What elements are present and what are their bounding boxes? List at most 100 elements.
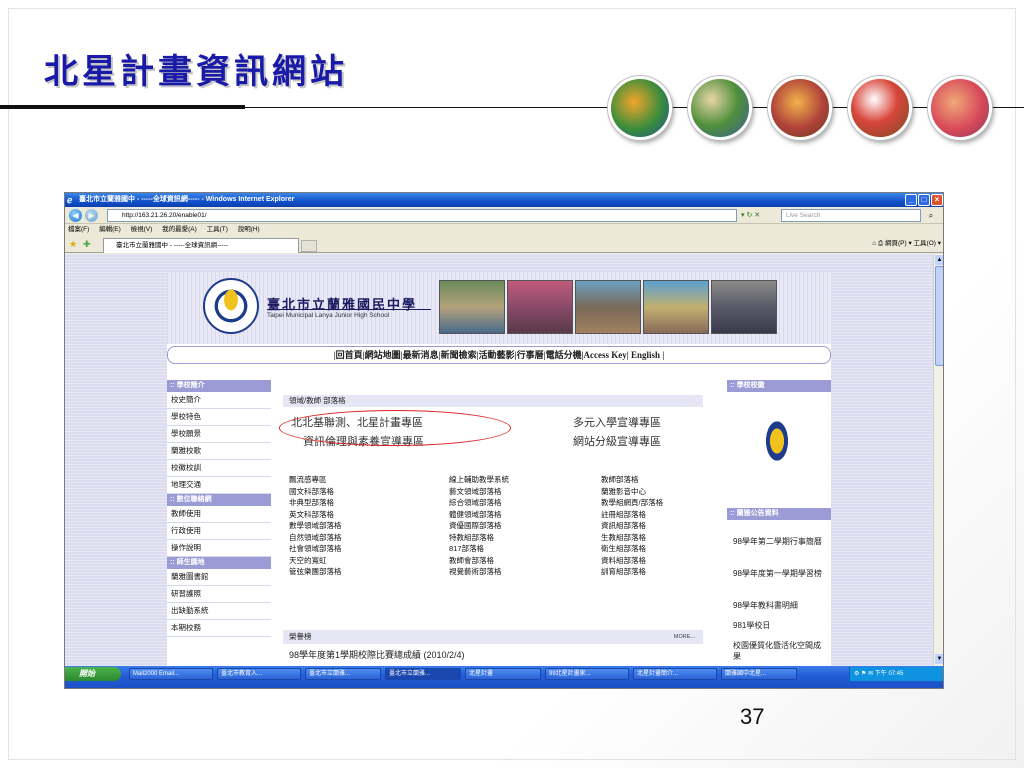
taskbar-item[interactable]: 北星計畫: [465, 668, 541, 680]
title-rule-thick: [0, 105, 245, 109]
blog-link[interactable]: 非典型部落格: [289, 497, 439, 509]
blog-link[interactable]: 飄流感專區: [289, 474, 439, 486]
news-item[interactable]: 98學年度第一學期學習榜: [733, 568, 827, 579]
favorites-star-icon[interactable]: ★: [69, 238, 77, 250]
section-heading-digital: :: 數位聯絡網: [167, 494, 271, 506]
banner-photo-4: [643, 280, 709, 334]
blog-link[interactable]: 特教組部落格: [449, 532, 599, 544]
window-controls: _ □ ×: [904, 194, 943, 206]
blog-link[interactable]: 自然領域部落格: [289, 532, 439, 544]
blog-link[interactable]: 資優國際部落格: [449, 520, 599, 532]
slide-title: 北星計畫資訊網站: [44, 52, 348, 92]
refresh-stop-icons[interactable]: ▾ ↻ ✕: [741, 209, 773, 222]
taskbar-item[interactable]: 蘭雅國中北星...: [721, 668, 797, 680]
tab-lanya[interactable]: 臺北市立蘭雅國中 - -----全球資訊網-----: [103, 238, 299, 253]
menu-item-teachers[interactable]: 教師使用: [167, 506, 271, 523]
taskbar-item-active[interactable]: 臺北市立蘭雅...: [385, 668, 461, 680]
maximize-icon[interactable]: □: [918, 194, 930, 206]
search-icon[interactable]: ⌕: [923, 209, 939, 222]
menu-item-school-affairs[interactable]: 本期校務: [167, 620, 271, 637]
blog-column-1: 飄流感專區 國文科部落格 非典型部落格 英文科部落格 數學領域部落格 自然領域部…: [289, 474, 439, 578]
honor-roll-heading: 榮譽榜 MORE...: [283, 630, 703, 644]
minimize-icon[interactable]: _: [905, 194, 917, 206]
site-navigation[interactable]: |回首頁|網站地圖|最新消息|新聞檢索|活動藝影|行事曆|電話分機|Access…: [167, 346, 831, 364]
tab-bar: ★ ✚ 臺北市立蘭雅國中 - -----全球資訊網----- ⌂ ⎙ 網頁(P)…: [65, 236, 943, 253]
center-content: 領域/教師 部落格 北北基聯測、北星計畫專區 多元入學宣導專區 資訊倫理與素養宣…: [273, 380, 725, 666]
home-icon[interactable]: ⌂: [872, 240, 876, 247]
menu-item-admin[interactable]: 行政使用: [167, 523, 271, 540]
address-input[interactable]: http://163.21.26.20/enable01/: [107, 209, 737, 222]
news-item[interactable]: 98學年第二學期行事簡曆: [733, 536, 827, 547]
windows-taskbar: 開始 Mail2000 Email... 臺北市教育入... 臺北市立蘭雅...…: [65, 666, 943, 688]
scroll-down-icon[interactable]: ▼: [935, 654, 943, 664]
forward-arrow-icon[interactable]: ▶: [85, 209, 98, 222]
blog-link[interactable]: 線上輔助教學系統: [449, 474, 599, 486]
menu-item-guide[interactable]: 操作說明: [167, 540, 271, 557]
start-button[interactable]: 開始: [65, 667, 121, 681]
blog-link[interactable]: 社會領域部落格: [289, 543, 439, 555]
system-tray: ⚙ ⚑ ✉ 下午 07:45: [849, 667, 943, 681]
news-item[interactable]: 981學校日: [733, 620, 827, 631]
honor-roll-item[interactable]: 98學年度第1學期校際比賽總成績 (2010/2/4): [289, 648, 465, 661]
menu-item-song[interactable]: 蘭雅校歌: [167, 443, 271, 460]
more-link[interactable]: MORE...: [674, 630, 695, 644]
menu-tools[interactable]: 工具(T): [207, 226, 228, 233]
blog-link[interactable]: 藝文領域部落格: [449, 486, 599, 498]
menu-view[interactable]: 檢視(V): [131, 226, 153, 233]
command-bar-tools[interactable]: 網頁(P) ▾ 工具(O) ▾: [885, 240, 941, 247]
blog-link[interactable]: 視覺藝術部落格: [449, 566, 599, 578]
blog-link[interactable]: 國文科部落格: [289, 486, 439, 498]
print-icon[interactable]: ⎙: [878, 240, 885, 247]
feature-link-rating[interactable]: 網站分級宣導專區: [573, 433, 661, 449]
menu-item-history[interactable]: 校史簡介: [167, 392, 271, 409]
menu-item-passport[interactable]: 研習護照: [167, 586, 271, 603]
live-search-input[interactable]: Live Search: [781, 209, 921, 222]
taskbar-item[interactable]: 99北星計畫家...: [545, 668, 629, 680]
menu-file[interactable]: 檔案(F): [68, 226, 89, 233]
blog-column-2: 線上輔助教學系統 藝文領域部落格 綜合領域部落格 體健領域部落格 資優國際部落格…: [449, 474, 599, 578]
menu-item-attendance[interactable]: 出缺勤系統: [167, 603, 271, 620]
taskbar-item[interactable]: 臺北市教育入...: [217, 668, 301, 680]
clock: 下午 07:45: [874, 671, 904, 677]
blog-link[interactable]: 綜合領域部落格: [449, 497, 599, 509]
section-heading-intro: :: 學校簡介: [167, 380, 271, 392]
taskbar-item[interactable]: Mail2000 Email...: [129, 668, 213, 680]
close-icon[interactable]: ×: [931, 194, 943, 206]
menu-item-vision[interactable]: 學校願景: [167, 426, 271, 443]
scroll-up-icon[interactable]: ▲: [935, 255, 943, 265]
taskbar-item[interactable]: 北星計畫簡介...: [633, 668, 717, 680]
news-item[interactable]: 校園優質化暨活化空間成果: [733, 640, 827, 662]
banner-photo-1: [439, 280, 505, 334]
back-arrow-icon[interactable]: ◀: [69, 209, 82, 222]
tray-icons[interactable]: ⚙ ⚑ ✉: [854, 671, 875, 677]
menu-item-emblem[interactable]: 校徽校訓: [167, 460, 271, 477]
menu-help[interactable]: 說明(H): [238, 226, 260, 233]
blog-link[interactable]: 教師會部落格: [449, 555, 599, 567]
new-tab-button[interactable]: [301, 240, 317, 252]
decorative-photo-circles: [608, 76, 994, 144]
menu-item-features[interactable]: 學校特色: [167, 409, 271, 426]
blog-link[interactable]: 管弦樂團部落格: [289, 566, 439, 578]
command-bar[interactable]: ⌂ ⎙ 網頁(P) ▾ 工具(O) ▾: [872, 238, 941, 250]
blog-link[interactable]: 體健領域部落格: [449, 509, 599, 521]
address-bar-row: ◀ ▶ http://163.21.26.20/enable01/ ▾ ↻ ✕ …: [65, 207, 943, 224]
school-site: 臺北市立蘭雅國民中學 Taipei Municipal Lanya Junior…: [167, 272, 831, 666]
menu-favorites[interactable]: 我的最愛(A): [162, 226, 197, 233]
section-heading-garden: :: 師生園地: [167, 557, 271, 569]
menu-item-transport[interactable]: 地理交通: [167, 477, 271, 494]
blog-link[interactable]: 817部落格: [449, 543, 599, 555]
scroll-thumb[interactable]: [935, 266, 943, 366]
menu-item-library[interactable]: 蘭雅圖書館: [167, 569, 271, 586]
right-column: :: 學校校徽 :: 蘭雅公告資料 98學年第二學期行事簡曆 98學年度第一學期…: [727, 380, 831, 666]
news-item[interactable]: 98學年教科書明細: [733, 600, 827, 611]
blog-link[interactable]: 數學領域部落格: [289, 520, 439, 532]
feature-link-admission[interactable]: 多元入學宣導專區: [573, 414, 661, 430]
blog-link[interactable]: 英文科部落格: [289, 509, 439, 521]
add-favorites-icon[interactable]: ✚: [83, 238, 91, 250]
banner-photo-2: [507, 280, 573, 334]
vertical-scrollbar[interactable]: ▲ ▼: [933, 254, 943, 666]
menu-edit[interactable]: 編輯(E): [99, 226, 121, 233]
page-number: 37: [740, 704, 765, 729]
blog-link[interactable]: 天空的寬虹: [289, 555, 439, 567]
taskbar-item[interactable]: 臺北市立蘭雅...: [305, 668, 381, 680]
